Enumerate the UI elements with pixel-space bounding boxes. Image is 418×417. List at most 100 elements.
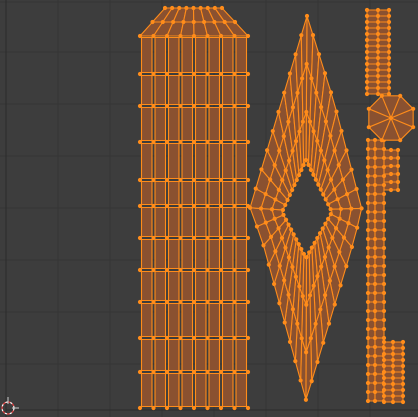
uv-face[interactable]	[208, 372, 221, 408]
uv-vertex[interactable]	[218, 299, 224, 305]
uv-vertex[interactable]	[344, 264, 349, 269]
uv-vertex[interactable]	[349, 244, 355, 250]
uv-face[interactable]	[208, 238, 221, 270]
uv-vertex[interactable]	[290, 307, 296, 312]
uv-vertex[interactable]	[160, 19, 165, 25]
uv-vertex[interactable]	[272, 216, 277, 221]
uv-vertex[interactable]	[365, 218, 371, 224]
uv-vertex[interactable]	[299, 76, 305, 81]
uv-vertex[interactable]	[265, 148, 270, 153]
uv-vertex[interactable]	[400, 363, 406, 369]
uv-face[interactable]	[194, 372, 207, 408]
uv-vertex[interactable]	[388, 163, 394, 169]
uv-vertex[interactable]	[365, 380, 371, 386]
uv-vertex[interactable]	[386, 31, 392, 37]
uv-vertex[interactable]	[365, 164, 371, 170]
uv-vertex[interactable]	[381, 254, 387, 260]
uv-vertex[interactable]	[381, 351, 387, 357]
uv-vertex[interactable]	[280, 207, 286, 213]
uv-vertex[interactable]	[232, 267, 237, 273]
uv-vertex[interactable]	[178, 33, 183, 39]
uv-vertex[interactable]	[372, 227, 378, 233]
uv-vertex[interactable]	[366, 106, 371, 111]
uv-face[interactable]	[167, 106, 180, 142]
uv-vertex[interactable]	[308, 167, 314, 172]
uv-vertex[interactable]	[245, 235, 251, 241]
uv-vertex[interactable]	[381, 363, 387, 369]
uv-vertex[interactable]	[316, 182, 321, 187]
uv-vertex[interactable]	[364, 19, 370, 25]
uv-vertex[interactable]	[164, 267, 170, 273]
uv-vertex[interactable]	[365, 191, 371, 197]
uv-vertex[interactable]	[290, 264, 295, 270]
uv-vertex[interactable]	[304, 109, 309, 115]
uv-vertex[interactable]	[386, 73, 392, 79]
uv-face[interactable]	[235, 302, 248, 338]
uv-vertex[interactable]	[390, 399, 396, 405]
uv-vertex[interactable]	[303, 397, 309, 402]
uv-vertex[interactable]	[205, 235, 210, 241]
uv-vertex[interactable]	[283, 202, 288, 208]
uv-vertex[interactable]	[372, 281, 378, 287]
uv-face[interactable]	[140, 302, 153, 338]
uv-vertex[interactable]	[388, 155, 394, 161]
uv-vertex[interactable]	[297, 284, 302, 289]
uv-face[interactable]	[140, 36, 153, 74]
uv-vertex[interactable]	[349, 167, 354, 172]
uv-vertex[interactable]	[322, 71, 328, 76]
uv-vertex[interactable]	[364, 73, 370, 79]
uv-vertex[interactable]	[328, 90, 334, 95]
uv-vertex[interactable]	[205, 405, 210, 411]
uv-vertex[interactable]	[307, 293, 313, 298]
uv-face[interactable]	[154, 74, 167, 106]
uv-vertex[interactable]	[381, 272, 387, 278]
uv-vertex[interactable]	[381, 245, 387, 251]
uv-vertex[interactable]	[273, 197, 278, 202]
uv-face[interactable]	[167, 338, 180, 372]
uv-vertex[interactable]	[346, 221, 351, 226]
uv-vertex[interactable]	[276, 109, 281, 114]
uv-vertex[interactable]	[375, 7, 381, 13]
uv-vertex[interactable]	[390, 381, 396, 387]
uv-vertex[interactable]	[395, 163, 401, 169]
uv-vertex[interactable]	[301, 251, 306, 257]
uv-vertex[interactable]	[191, 405, 197, 411]
uv-vertex[interactable]	[400, 393, 406, 399]
uv-vertex[interactable]	[164, 299, 170, 305]
uv-vertex[interactable]	[395, 155, 401, 161]
uv-vertex[interactable]	[162, 5, 168, 11]
uv-vertex[interactable]	[395, 179, 401, 185]
island-small-bottom-block[interactable]	[381, 339, 406, 405]
uv-vertex[interactable]	[372, 137, 378, 143]
uv-vertex[interactable]	[317, 231, 323, 236]
uv-vertex[interactable]	[178, 139, 183, 145]
uv-vertex[interactable]	[372, 362, 378, 368]
uv-vertex[interactable]	[364, 79, 370, 85]
uv-vertex[interactable]	[191, 299, 197, 305]
uv-vertex[interactable]	[365, 236, 371, 242]
uv-vertex[interactable]	[232, 177, 237, 183]
uv-vertex[interactable]	[365, 371, 371, 377]
uv-vertex[interactable]	[205, 33, 210, 39]
uv-vertex[interactable]	[388, 147, 394, 153]
uv-vertex[interactable]	[365, 326, 371, 332]
uv-vertex[interactable]	[137, 33, 143, 39]
uv-vertex[interactable]	[318, 148, 323, 153]
uv-vertex[interactable]	[309, 76, 314, 81]
uv-vertex[interactable]	[372, 173, 378, 179]
uv-vertex[interactable]	[261, 243, 266, 248]
uv-vertex[interactable]	[266, 262, 271, 267]
uv-vertex[interactable]	[390, 369, 396, 375]
uv-face[interactable]	[181, 302, 194, 338]
uv-vertex[interactable]	[277, 148, 282, 153]
uv-vertex[interactable]	[191, 33, 197, 39]
uv-vertex[interactable]	[381, 173, 387, 179]
uv-vertex[interactable]	[386, 85, 392, 91]
uv-vertex[interactable]	[232, 103, 237, 109]
uv-vertex[interactable]	[191, 5, 196, 11]
uv-vertex[interactable]	[315, 359, 320, 365]
uv-vertex[interactable]	[171, 19, 176, 25]
uv-vertex[interactable]	[332, 148, 337, 153]
uv-vertex[interactable]	[177, 5, 182, 11]
uv-vertex[interactable]	[327, 278, 332, 283]
